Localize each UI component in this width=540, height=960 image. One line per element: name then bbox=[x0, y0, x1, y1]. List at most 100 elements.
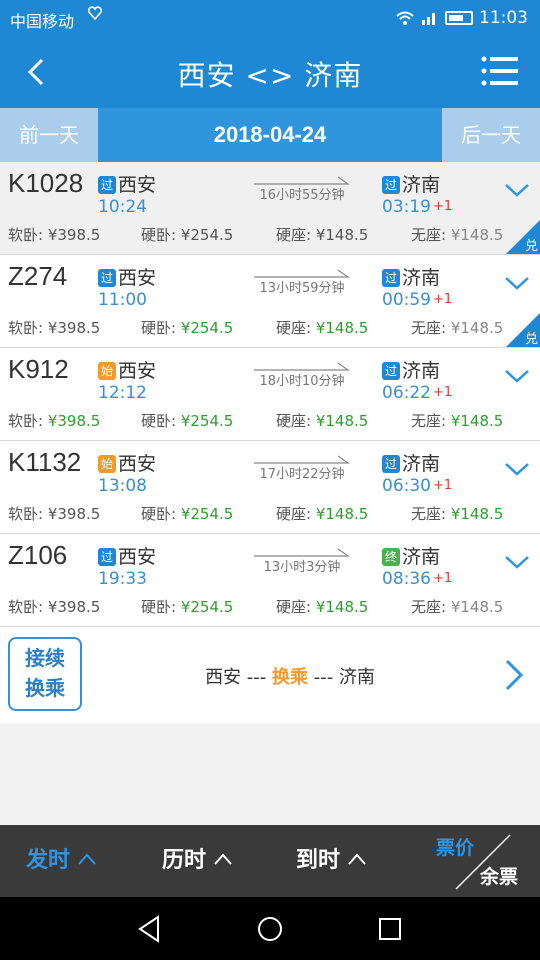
menu-icon[interactable] bbox=[480, 54, 520, 88]
arrival-station-name: 济南 bbox=[402, 546, 441, 568]
arrival-station-name: 济南 bbox=[402, 267, 441, 289]
chevron-down-icon[interactable] bbox=[504, 552, 530, 572]
arrival-station: 过济南 bbox=[382, 263, 440, 290]
train-number: Z106 bbox=[8, 540, 68, 570]
next-day-marker: +1 bbox=[433, 385, 453, 400]
train-number: K1132 bbox=[8, 447, 82, 477]
duration-text: 18小时10分钟 bbox=[259, 374, 345, 389]
terminal-badge: 终 bbox=[382, 548, 400, 566]
start-badge: 始 bbox=[98, 455, 116, 473]
pass-badge: 过 bbox=[382, 269, 400, 287]
chevron-up-icon bbox=[78, 853, 96, 865]
chevron-up-icon bbox=[348, 853, 366, 865]
current-date[interactable]: 2018-04-24 bbox=[98, 108, 442, 162]
transfer-row[interactable]: 接续 换乘 西安 --- 换乘 --- 济南 bbox=[0, 627, 540, 723]
duration: 16小时55分钟 bbox=[254, 174, 350, 204]
seat-hard-seat: 硬座: ¥148.5 bbox=[276, 412, 369, 430]
seat-soft-sleeper: 软卧: ¥398.5 bbox=[8, 598, 101, 616]
sort-arrive-button[interactable]: 到时 bbox=[296, 825, 366, 897]
arrival-station-name: 济南 bbox=[402, 174, 441, 196]
train-number: Z274 bbox=[8, 261, 68, 291]
departure-station: 过西安 bbox=[98, 542, 156, 569]
seat-hard-sleeper: 硬卧: ¥254.5 bbox=[141, 505, 234, 523]
svg-text:兑: 兑 bbox=[525, 239, 538, 254]
seat-hard-sleeper: 硬卧: ¥254.5 bbox=[141, 226, 234, 244]
battery-icon bbox=[445, 11, 473, 25]
next-day-marker: +1 bbox=[433, 199, 453, 214]
train-row[interactable]: K1132 始西安 13:08 17小时22分钟 过济南 06:30 +1 软卧:… bbox=[0, 441, 540, 534]
pass-badge: 过 bbox=[382, 362, 400, 380]
transfer-label: 换乘 bbox=[272, 667, 308, 688]
sort-depart-button[interactable]: 发时 bbox=[26, 825, 96, 897]
seat-hard-sleeper: 硬卧: ¥254.5 bbox=[141, 412, 234, 430]
chevron-down-icon[interactable] bbox=[504, 459, 530, 479]
transfer-separator: --- bbox=[241, 667, 272, 688]
status-icons: 11:03 bbox=[395, 8, 528, 28]
chevron-down-icon[interactable] bbox=[504, 180, 530, 200]
transfer-button-line1: 接续 bbox=[25, 646, 65, 670]
chevron-right-icon[interactable] bbox=[502, 657, 526, 693]
svg-text:兑: 兑 bbox=[525, 332, 538, 347]
sort-price-remaining-button[interactable]: 票价 余票 bbox=[426, 829, 526, 893]
duration-text: 13小时59分钟 bbox=[259, 281, 345, 296]
arrival-time: 06:30 +1 bbox=[382, 476, 452, 496]
exchange-flag-icon[interactable]: 兑 bbox=[506, 220, 540, 254]
seat-no-seat: 无座: ¥148.5 bbox=[411, 598, 504, 616]
pass-badge: 过 bbox=[382, 176, 400, 194]
duration-text: 17小时22分钟 bbox=[259, 467, 345, 482]
arrival-station: 过济南 bbox=[382, 356, 440, 383]
transfer-button[interactable]: 接续 换乘 bbox=[8, 637, 82, 711]
seat-hard-seat: 硬座: ¥148.5 bbox=[276, 598, 369, 616]
back-triangle-icon[interactable] bbox=[134, 913, 166, 945]
recents-square-icon[interactable] bbox=[374, 913, 406, 945]
transfer-separator: --- bbox=[308, 667, 339, 688]
departure-station: 始西安 bbox=[98, 356, 156, 383]
arrival-time: 00:59 +1 bbox=[382, 290, 452, 310]
sort-bar: 发时 历时 到时 票价 余票 bbox=[0, 825, 540, 897]
arrival-time-text: 06:22 bbox=[382, 383, 431, 403]
arrival-time: 06:22 +1 bbox=[382, 383, 452, 403]
chevron-down-icon[interactable] bbox=[504, 273, 530, 293]
app-header: 西安 <> 济南 bbox=[0, 36, 540, 108]
train-row[interactable]: K1028 过西安 10:24 16小时55分钟 过济南 03:19 +1 软卧:… bbox=[0, 162, 540, 255]
departure-time: 19:33 bbox=[98, 569, 147, 589]
sort-duration-button[interactable]: 历时 bbox=[162, 825, 232, 897]
seat-soft-sleeper: 软卧: ¥398.5 bbox=[8, 505, 101, 523]
train-row[interactable]: Z274 过西安 11:00 13小时59分钟 过济南 00:59 +1 软卧: … bbox=[0, 255, 540, 348]
pass-badge: 过 bbox=[98, 548, 116, 566]
arrival-station: 终济南 bbox=[382, 542, 440, 569]
train-row[interactable]: Z106 过西安 19:33 13小时3分钟 终济南 08:36 +1 软卧: ¥… bbox=[0, 534, 540, 627]
chevron-down-icon[interactable] bbox=[504, 366, 530, 386]
train-list: K1028 过西安 10:24 16小时55分钟 过济南 03:19 +1 软卧:… bbox=[0, 162, 540, 627]
seat-hard-seat: 硬座: ¥148.5 bbox=[276, 226, 369, 244]
arrival-time-text: 06:30 bbox=[382, 476, 431, 496]
seat-hard-sleeper: 硬卧: ¥254.5 bbox=[141, 319, 234, 337]
next-day-marker: +1 bbox=[433, 478, 453, 493]
wifi-icon bbox=[396, 11, 414, 25]
home-circle-icon[interactable] bbox=[254, 913, 286, 945]
departure-time: 12:12 bbox=[98, 383, 147, 403]
train-number: K1028 bbox=[8, 168, 84, 198]
transfer-button-line2: 换乘 bbox=[25, 676, 65, 700]
departure-time: 10:24 bbox=[98, 197, 147, 217]
arrival-station: 过济南 bbox=[382, 449, 440, 476]
prev-day-button[interactable]: 前一天 bbox=[0, 108, 98, 162]
seat-no-seat: 无座: ¥148.5 bbox=[411, 226, 504, 244]
train-number: K912 bbox=[8, 354, 69, 384]
heart-icon bbox=[88, 6, 102, 20]
arrival-time-text: 08:36 bbox=[382, 569, 431, 589]
sort-arrive-label: 到时 bbox=[296, 848, 341, 873]
next-day-button[interactable]: 后一天 bbox=[442, 108, 540, 162]
train-row[interactable]: K912 始西安 12:12 18小时10分钟 过济南 06:22 +1 软卧: … bbox=[0, 348, 540, 441]
next-day-marker: +1 bbox=[433, 292, 453, 307]
clock: 11:03 bbox=[479, 8, 528, 28]
departure-station-name: 西安 bbox=[118, 546, 157, 568]
duration: 17小时22分钟 bbox=[254, 453, 350, 483]
signal-icon bbox=[422, 13, 435, 25]
seat-hard-sleeper: 硬卧: ¥254.5 bbox=[141, 598, 234, 616]
exchange-flag-icon[interactable]: 兑 bbox=[506, 313, 540, 347]
arrival-station-name: 济南 bbox=[402, 360, 441, 382]
arrival-station: 过济南 bbox=[382, 170, 440, 197]
departure-station: 过西安 bbox=[98, 170, 156, 197]
sort-remaining-label: 余票 bbox=[479, 866, 518, 888]
